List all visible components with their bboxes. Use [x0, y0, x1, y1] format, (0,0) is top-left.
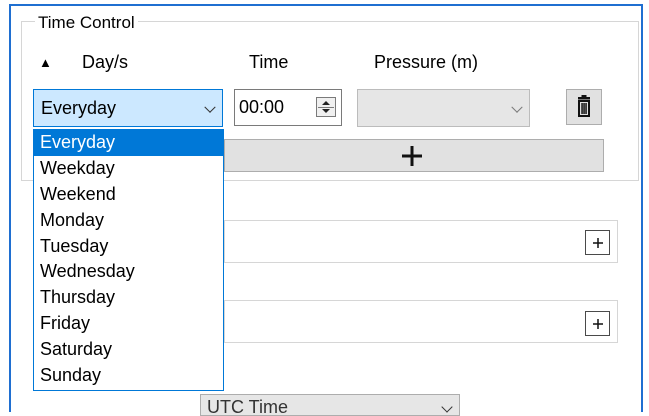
dropdown-option-friday[interactable]: Friday	[34, 311, 223, 337]
column-header-time[interactable]: Time	[249, 52, 288, 73]
sort-ascending-icon[interactable]: ▲	[39, 55, 52, 70]
dropdown-option-tuesday[interactable]: Tuesday	[34, 234, 223, 260]
settings-panel-1	[224, 220, 618, 263]
chevron-down-icon	[511, 101, 523, 113]
dropdown-option-sunday[interactable]: Sunday	[34, 363, 223, 389]
add-button-1[interactable]	[585, 230, 610, 255]
chevron-down-icon	[204, 101, 216, 113]
spin-down-icon[interactable]	[322, 109, 330, 113]
plus-icon	[593, 319, 603, 329]
spinner-divider	[318, 107, 334, 108]
delete-row-button[interactable]	[566, 89, 602, 125]
time-control-title: Time Control	[35, 13, 138, 33]
day-select[interactable]: Everyday	[33, 89, 223, 127]
dropdown-option-thursday[interactable]: Thursday	[34, 285, 223, 311]
dropdown-option-monday[interactable]: Monday	[34, 208, 223, 234]
time-spinner[interactable]	[316, 97, 336, 117]
dropdown-option-weekday[interactable]: Weekday	[34, 156, 223, 182]
plus-icon	[593, 238, 603, 248]
add-button-2[interactable]	[585, 311, 610, 336]
day-dropdown-list[interactable]: Everyday Weekday Weekend Monday Tuesday …	[33, 129, 224, 391]
add-row-button[interactable]	[224, 139, 604, 172]
settings-panel-2	[224, 300, 618, 343]
chevron-down-icon	[441, 401, 453, 413]
time-input-value: 00:00	[239, 97, 285, 117]
column-header-pressure[interactable]: Pressure (m)	[374, 52, 478, 73]
timezone-select-value: UTC Time	[207, 397, 288, 416]
dropdown-option-weekend[interactable]: Weekend	[34, 182, 223, 208]
plus-icon	[402, 146, 422, 166]
column-header-days[interactable]: Day/s	[82, 52, 128, 73]
day-select-value: Everyday	[41, 98, 117, 118]
trash-icon	[578, 95, 590, 117]
dropdown-option-everyday[interactable]: Everyday	[34, 130, 223, 156]
pressure-select[interactable]	[357, 89, 530, 127]
dropdown-option-saturday[interactable]: Saturday	[34, 337, 223, 363]
dropdown-option-wednesday[interactable]: Wednesday	[34, 259, 223, 285]
spin-up-icon[interactable]	[322, 101, 330, 105]
time-input[interactable]: 00:00	[234, 89, 342, 126]
timezone-select[interactable]: UTC Time	[200, 394, 460, 416]
